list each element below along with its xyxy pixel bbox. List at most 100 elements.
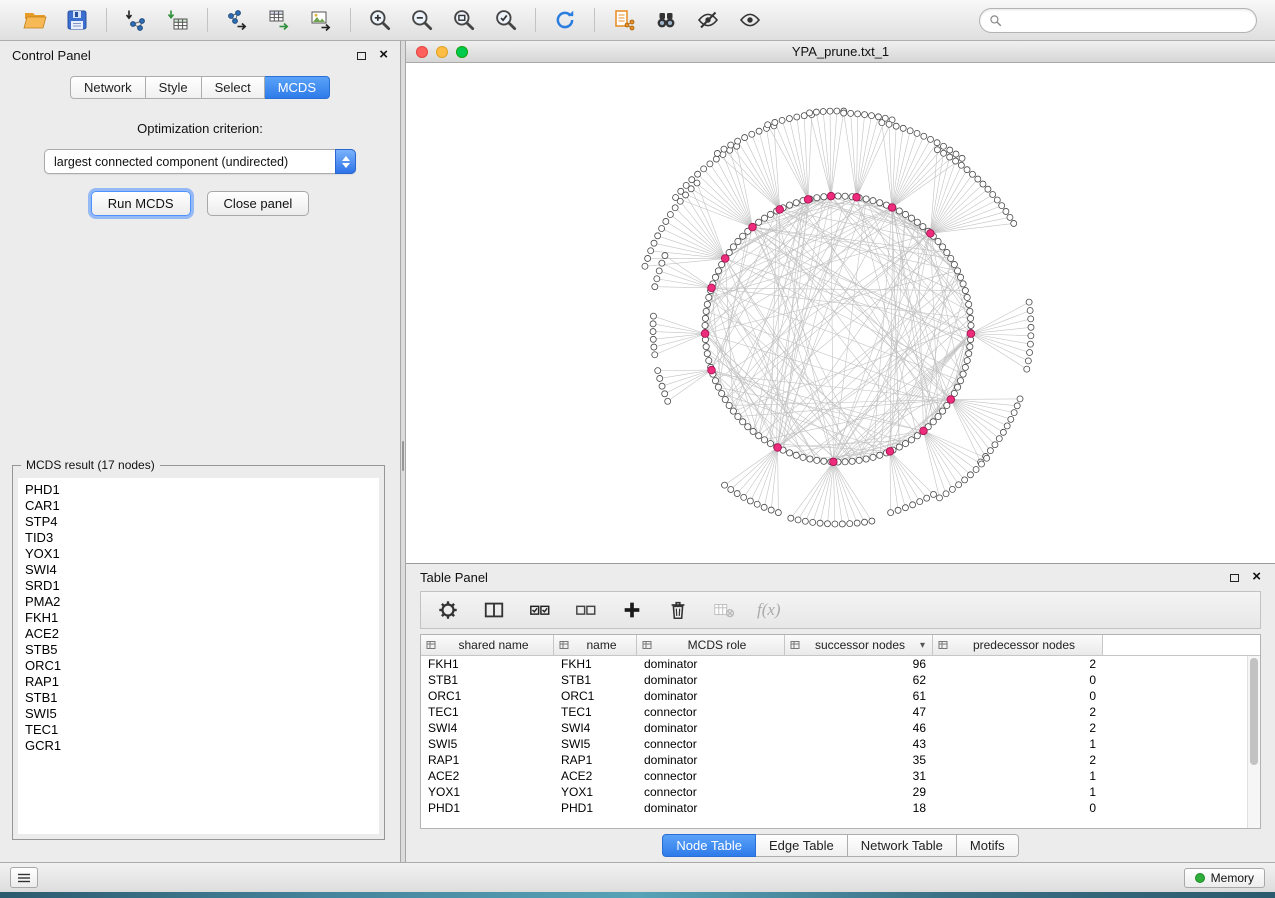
table-row[interactable]: FKH1 FKH1 dominator 96 2 <box>421 656 1260 672</box>
export-table-button[interactable] <box>262 5 296 35</box>
open-file-button[interactable] <box>18 5 52 35</box>
main-toolbar <box>0 0 1275 41</box>
network-canvas[interactable] <box>406 63 1275 563</box>
export-image-button[interactable] <box>304 5 338 35</box>
list-item[interactable]: ACE2 <box>18 626 379 642</box>
zoom-out-button[interactable] <box>405 5 439 35</box>
float-table-panel-button[interactable] <box>1230 570 1239 585</box>
column-header-mcds-role[interactable]: MCDS role <box>637 635 785 655</box>
list-item[interactable]: CAR1 <box>18 498 379 514</box>
select-all-button[interactable] <box>527 597 553 623</box>
memory-label: Memory <box>1211 871 1254 885</box>
list-item[interactable]: RAP1 <box>18 674 379 690</box>
table-row[interactable]: PHD1 PHD1 dominator 18 0 <box>421 800 1260 816</box>
minimize-window-icon[interactable] <box>436 46 448 58</box>
list-item[interactable]: GCR1 <box>18 738 379 754</box>
import-table-button[interactable] <box>161 5 195 35</box>
list-item[interactable]: SWI5 <box>18 706 379 722</box>
list-item[interactable]: STB1 <box>18 690 379 706</box>
show-all-button[interactable] <box>733 5 767 35</box>
cell-name: SWI5 <box>554 737 637 751</box>
list-item[interactable]: SRD1 <box>18 578 379 594</box>
cell-mcds-role: connector <box>637 737 785 751</box>
close-panel-button[interactable]: × <box>379 50 388 60</box>
list-item[interactable]: TID3 <box>18 530 379 546</box>
table-header-row: shared name name MCDS role successo <box>421 635 1260 656</box>
memory-button[interactable]: Memory <box>1184 868 1265 888</box>
tab-select[interactable]: Select <box>202 76 265 99</box>
column-header-shared-name[interactable]: shared name <box>421 635 554 655</box>
list-item[interactable]: TEC1 <box>18 722 379 738</box>
cell-predecessor-nodes: 1 <box>933 785 1103 799</box>
add-row-button[interactable] <box>619 597 645 623</box>
table-row[interactable]: RAP1 RAP1 dominator 35 2 <box>421 752 1260 768</box>
sort-descending-icon[interactable]: ▾ <box>920 640 927 651</box>
table-row[interactable]: TEC1 TEC1 connector 47 2 <box>421 704 1260 720</box>
list-item[interactable]: STP4 <box>18 514 379 530</box>
import-network-button[interactable] <box>119 5 153 35</box>
main-area: Control Panel × Network Style Select MCD… <box>0 41 1275 862</box>
cell-name: ACE2 <box>554 769 637 783</box>
cell-mcds-role: dominator <box>637 753 785 767</box>
cell-name: ORC1 <box>554 689 637 703</box>
scrollbar-thumb[interactable] <box>1250 658 1258 765</box>
first-neighbors-button[interactable] <box>649 5 683 35</box>
split-panel-button[interactable] <box>481 597 507 623</box>
tab-edge-table[interactable]: Edge Table <box>756 834 848 857</box>
table-row[interactable]: SWI4 SWI4 dominator 46 2 <box>421 720 1260 736</box>
tab-network[interactable]: Network <box>70 76 146 99</box>
control-panel: Control Panel × Network Style Select MCD… <box>0 41 400 862</box>
table-row[interactable]: STB1 STB1 dominator 62 0 <box>421 672 1260 688</box>
table-row[interactable]: SWI5 SWI5 connector 43 1 <box>421 736 1260 752</box>
export-table-icon <box>267 8 291 32</box>
table-settings-button[interactable] <box>435 597 461 623</box>
run-mcds-button[interactable]: Run MCDS <box>91 191 191 216</box>
export-network-button[interactable] <box>220 5 254 35</box>
table-row[interactable]: ACE2 ACE2 connector 31 1 <box>421 768 1260 784</box>
table-scrollbar[interactable] <box>1247 656 1260 828</box>
hide-selected-button[interactable] <box>691 5 725 35</box>
column-menu-icon <box>790 640 800 650</box>
tab-node-table[interactable]: Node Table <box>662 834 756 857</box>
table-row[interactable]: ORC1 ORC1 dominator 61 0 <box>421 688 1260 704</box>
tab-mcds[interactable]: MCDS <box>265 76 330 99</box>
search-input[interactable] <box>1008 12 1247 28</box>
list-item[interactable]: SWI4 <box>18 562 379 578</box>
list-item[interactable]: PHD1 <box>18 482 379 498</box>
column-header-name[interactable]: name <box>554 635 637 655</box>
table-toolbar: f(x) <box>420 591 1261 629</box>
close-table-panel-button[interactable]: × <box>1252 572 1261 582</box>
list-item[interactable]: YOX1 <box>18 546 379 562</box>
criterion-dropdown[interactable]: largest connected component (undirected) <box>44 149 356 174</box>
new-network-from-selection-button[interactable] <box>607 5 641 35</box>
close-panel-button-mcds[interactable]: Close panel <box>207 191 310 216</box>
tab-motifs[interactable]: Motifs <box>957 834 1019 857</box>
float-panel-button[interactable] <box>357 48 366 63</box>
memory-status-icon <box>1195 873 1205 883</box>
cell-successor-nodes: 35 <box>785 753 933 767</box>
maximize-window-icon[interactable] <box>456 46 468 58</box>
task-history-button[interactable] <box>10 867 38 888</box>
column-header-successor-nodes[interactable]: successor nodes ▾ <box>785 635 933 655</box>
save-session-button[interactable] <box>60 5 94 35</box>
delete-table-icon <box>712 599 736 621</box>
column-header-predecessor-nodes[interactable]: predecessor nodes <box>933 635 1103 655</box>
list-item[interactable]: PMA2 <box>18 594 379 610</box>
close-window-icon[interactable] <box>416 46 428 58</box>
list-item[interactable]: STB5 <box>18 642 379 658</box>
deselect-all-button[interactable] <box>573 597 599 623</box>
tab-network-table[interactable]: Network Table <box>848 834 957 857</box>
column-menu-icon <box>559 640 569 650</box>
search-field[interactable] <box>979 8 1257 33</box>
tab-style[interactable]: Style <box>146 76 202 99</box>
list-item[interactable]: FKH1 <box>18 610 379 626</box>
list-item[interactable]: ORC1 <box>18 658 379 674</box>
zoom-in-button[interactable] <box>363 5 397 35</box>
cell-shared-name: RAP1 <box>421 753 554 767</box>
zoom-selected-button[interactable] <box>489 5 523 35</box>
plus-icon <box>621 599 643 621</box>
refresh-button[interactable] <box>548 5 582 35</box>
table-row[interactable]: YOX1 YOX1 connector 29 1 <box>421 784 1260 800</box>
zoom-fit-button[interactable] <box>447 5 481 35</box>
delete-row-button[interactable] <box>665 597 691 623</box>
